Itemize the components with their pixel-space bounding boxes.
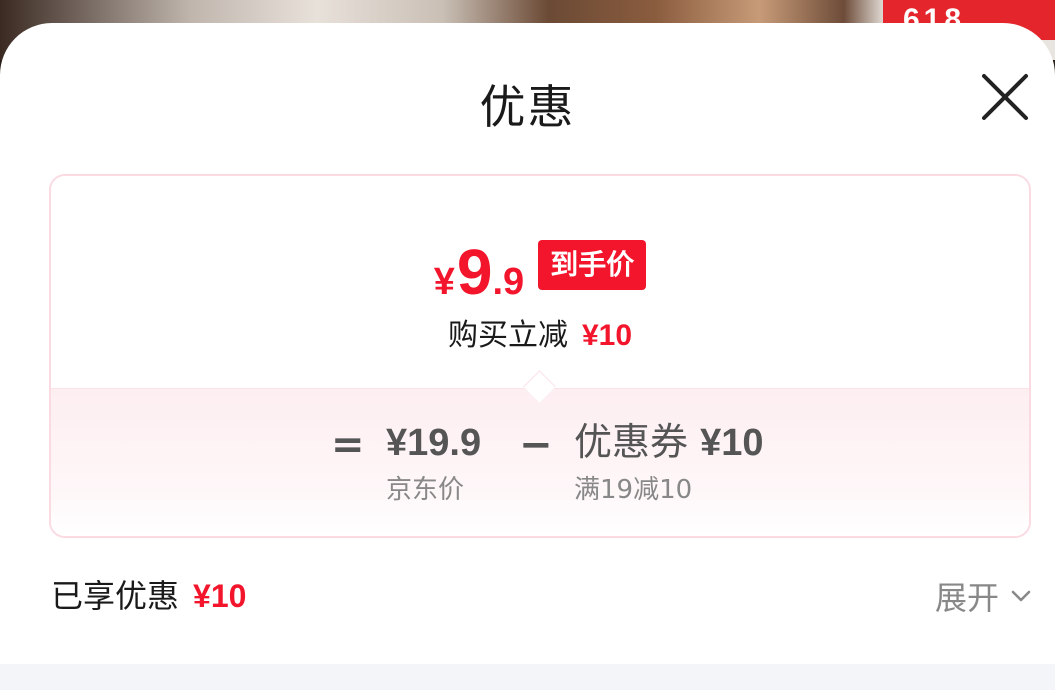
price-integer: 9 [456, 236, 493, 308]
discount-summary-label: 已享优惠 [51, 577, 180, 615]
footer-divider [0, 664, 1055, 690]
expand-button[interactable]: 展开 [935, 573, 1033, 619]
price-decimal: .9 [492, 261, 525, 303]
coupon-value: 优惠券 ¥10 [574, 418, 764, 467]
coupon-label: 优惠券 [574, 420, 689, 464]
discount-bottom-sheet: 优惠 ¥ 9 .9 到手价 购买立减 ¥10 = ¥19.9 京东价 − 优惠券… [0, 23, 1055, 690]
final-price: ¥ 9 .9 [434, 240, 524, 304]
equals-sign: = [331, 422, 365, 468]
coupon-amount: ¥10 [700, 422, 764, 464]
price-symbol: ¥ [433, 261, 455, 303]
original-price-label: 京东价 [386, 475, 465, 505]
original-price: ¥19.9 [386, 422, 482, 464]
final-price-row: ¥ 9 .9 到手价 [51, 224, 1029, 304]
price-formula: = ¥19.9 京东价 − 优惠券 ¥10 满19减10 [51, 418, 1029, 508]
minus-sign: − [519, 422, 553, 468]
discount-summary-amount: ¥10 [193, 578, 247, 614]
price-breakdown-card: ¥ 9 .9 到手价 购买立减 ¥10 = ¥19.9 京东价 − 优惠券 ¥10… [49, 174, 1031, 538]
instant-discount-amount: ¥10 [581, 319, 633, 352]
final-price-tag: 到手价 [538, 240, 647, 290]
expand-label: 展开 [934, 579, 999, 617]
chevron-down-icon [1011, 590, 1031, 602]
close-icon [982, 74, 1028, 120]
close-button[interactable] [977, 69, 1033, 125]
sheet-title: 优惠 [479, 80, 576, 134]
coupon-condition: 满19减10 [574, 475, 693, 505]
discount-summary: 已享优惠 ¥10 [51, 571, 246, 617]
original-price-block: ¥19.9 京东价 [386, 418, 481, 506]
instant-discount-label: 购买立减 [447, 318, 568, 353]
instant-discount-row: 购买立减 ¥10 [51, 310, 1029, 354]
coupon-block: 优惠券 ¥10 满19减10 [574, 418, 764, 506]
